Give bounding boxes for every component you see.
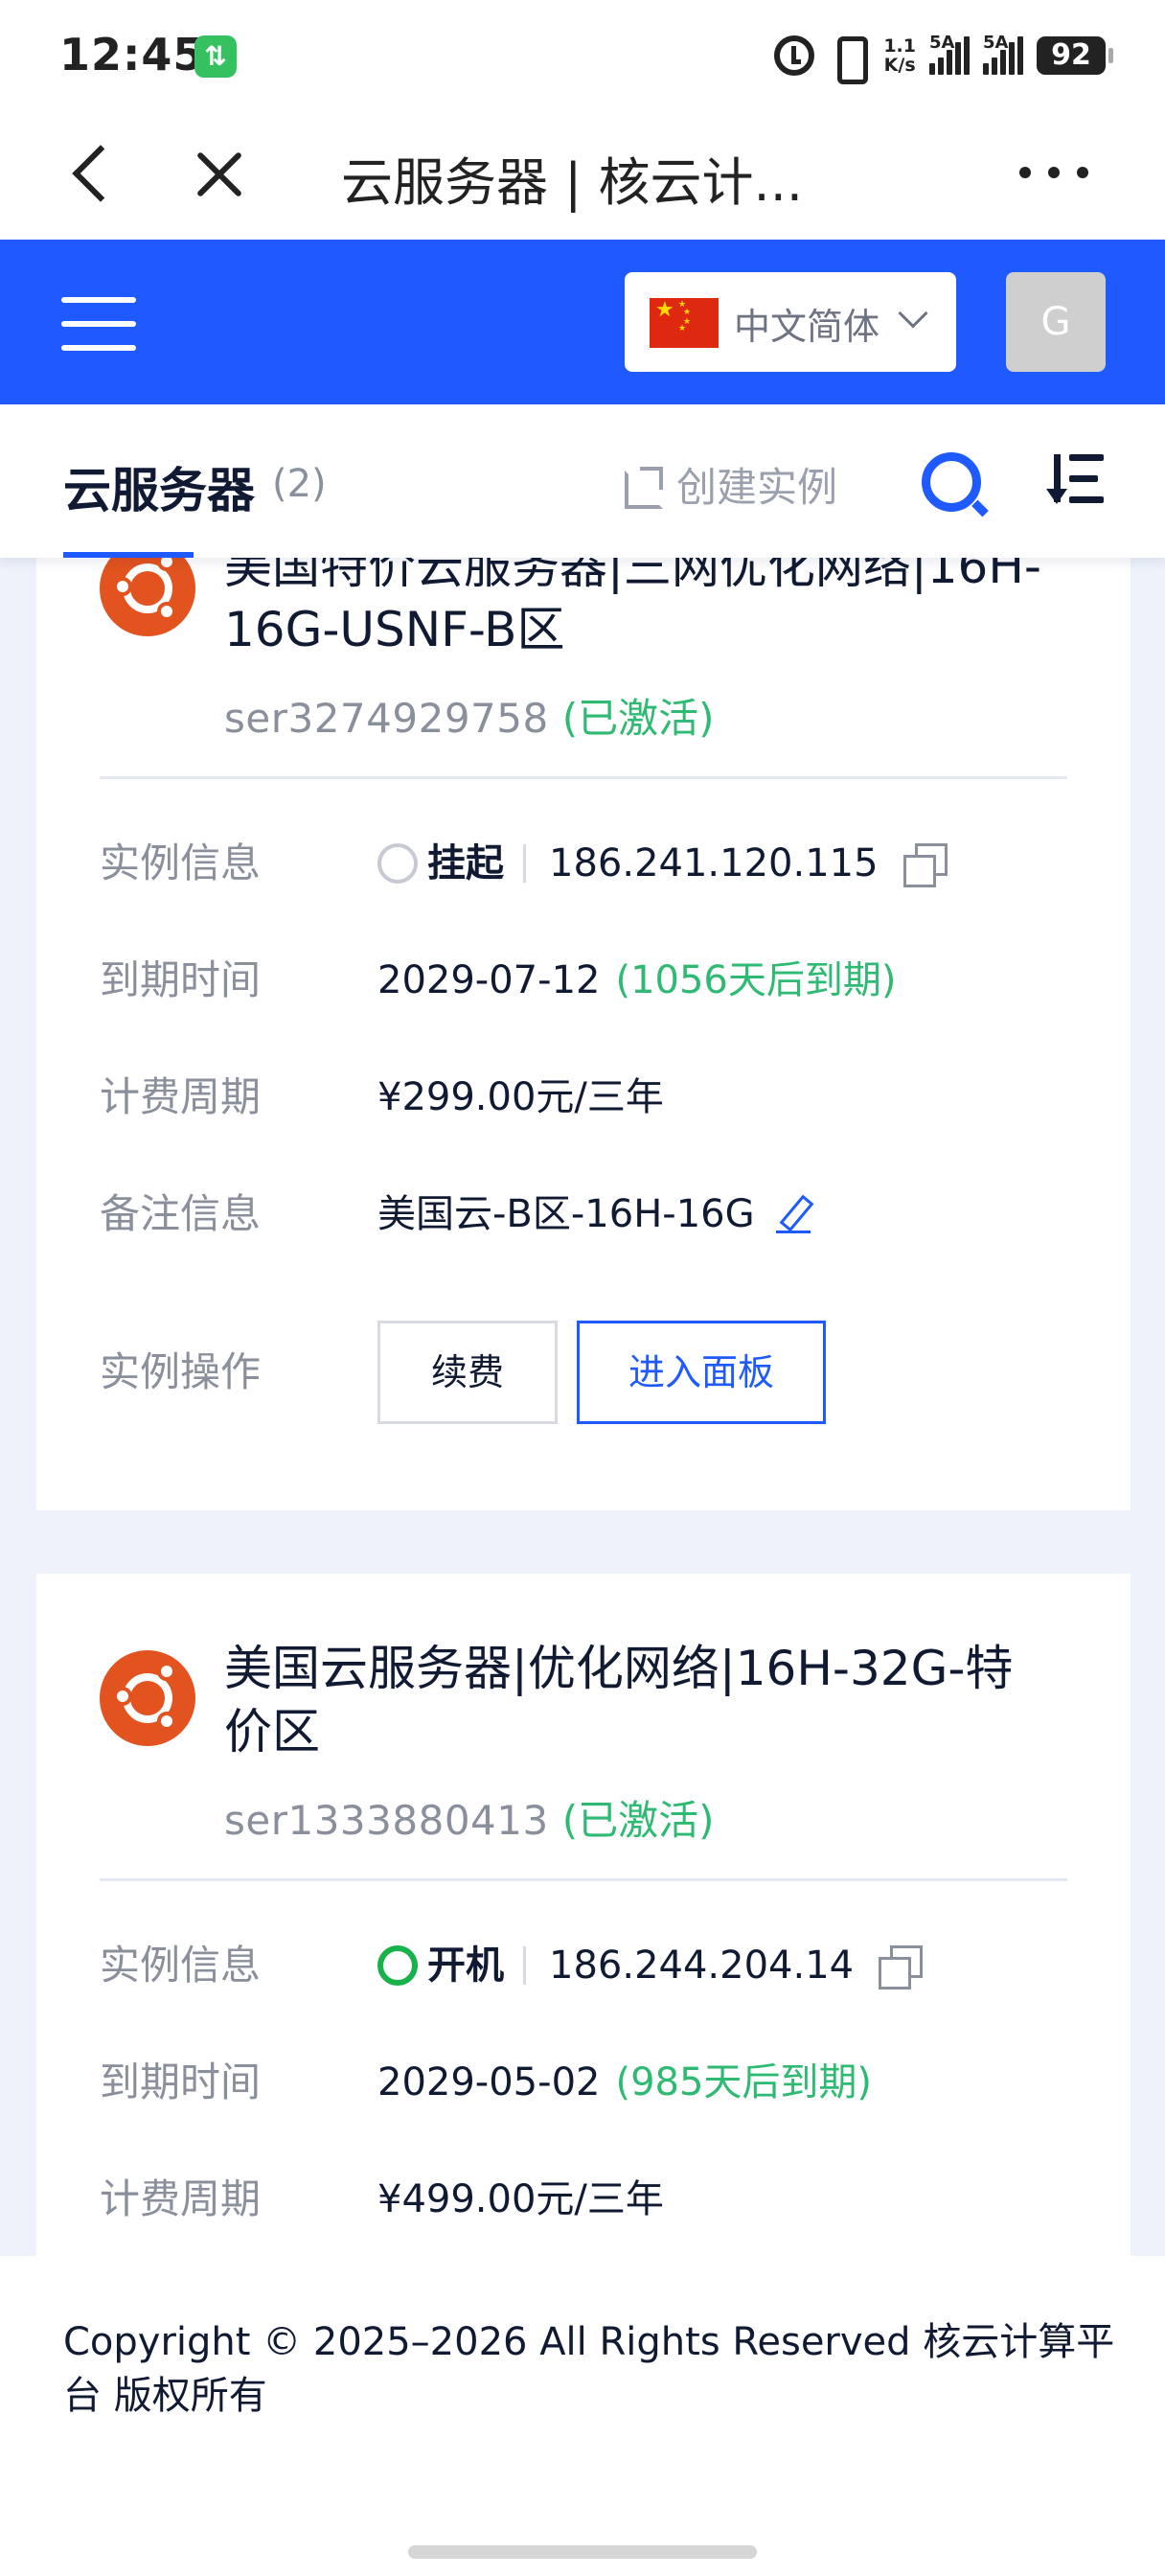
copy-icon[interactable] xyxy=(902,843,948,887)
vibrate-icon xyxy=(828,34,870,84)
activation-status: (已激活) xyxy=(561,695,715,742)
divider xyxy=(100,776,1067,779)
footer: Copyright © 2025–2026 All Rights Reserve… xyxy=(0,2256,1165,2576)
battery-icon: 92 xyxy=(1037,36,1113,75)
network-speed-value: 1.1 xyxy=(883,35,916,57)
billing-label: 计费周期 xyxy=(100,2175,262,2222)
instance-state: 开机 xyxy=(427,1944,504,1988)
separator xyxy=(523,1946,526,1985)
divider xyxy=(100,1878,1067,1881)
sim1-label: 5A xyxy=(929,33,955,53)
ubuntu-icon xyxy=(100,1650,195,1746)
instance-state: 挂起 xyxy=(427,841,504,886)
ubuntu-icon xyxy=(100,558,195,636)
chevron-down-icon xyxy=(898,298,928,329)
billing-value: ¥499.00元/三年 xyxy=(377,2177,664,2221)
activation-status: (已激活) xyxy=(561,1797,715,1844)
more-options-icon[interactable] xyxy=(1019,161,1096,184)
create-instance-button[interactable]: 创建实例 xyxy=(623,458,837,511)
tab-bar: 云服务器 (2) 创建实例 xyxy=(0,404,1165,558)
remark-row: 备注信息 美国云-B区-16H-16G xyxy=(100,1181,1067,1248)
language-selector[interactable]: ★ ★ ★ ★ ★ 中文简体 xyxy=(625,272,956,372)
sim2-label: 5A xyxy=(983,33,1009,53)
server-name: 美国云服务器|优化网络|16H-32G-特价区 xyxy=(224,1641,1014,1760)
expire-row: 到期时间 2029-07-12 (1056天后到期) xyxy=(100,947,1067,1014)
edit-pencil-icon[interactable] xyxy=(775,1195,811,1233)
server-card: 美国云服务器|优化网络|16H-32G-特价区 ser1333880413 (已激… xyxy=(36,1574,1131,2256)
instance-info-label: 实例信息 xyxy=(100,1942,262,1989)
app-notification-icon: ⇅ xyxy=(194,35,237,78)
server-id: ser3274929758 xyxy=(224,695,549,742)
enter-panel-button[interactable]: 进入面板 xyxy=(577,1321,826,1424)
alarm-icon xyxy=(774,35,815,76)
instance-info-label: 实例信息 xyxy=(100,840,262,886)
network-speed: 1.1 K/s xyxy=(883,36,916,75)
separator xyxy=(523,844,526,883)
expire-date: 2029-05-02 xyxy=(377,2060,601,2104)
status-suspended-icon xyxy=(377,843,418,884)
status-running-icon xyxy=(377,1945,418,1986)
copyright-text: Copyright © 2025–2026 All Rights Reserve… xyxy=(63,2320,1115,2418)
status-time: 12:45 xyxy=(59,29,205,80)
server-id-row: ser3274929758 (已激活) xyxy=(224,686,715,745)
browser-nav-bar: 云服务器 | 核云计... xyxy=(0,113,1165,240)
expire-date: 2029-07-12 xyxy=(377,958,601,1002)
ip-address: 186.244.204.14 xyxy=(549,1944,855,1988)
network-speed-unit: K/s xyxy=(883,55,916,76)
expire-row: 到期时间 2029-05-02 (985天后到期) xyxy=(100,2049,1067,2116)
status-bar: 12:45 ⇅ 1.1 K/s 5A 5A 92 xyxy=(0,0,1165,113)
expire-label: 到期时间 xyxy=(100,2058,262,2105)
server-id: ser1333880413 xyxy=(224,1797,549,1844)
tab-cloud-servers[interactable]: 云服务器 xyxy=(63,452,255,521)
search-icon[interactable] xyxy=(922,452,981,512)
billing-label: 计费周期 xyxy=(100,1073,262,1120)
instance-info-row: 实例信息 挂起 186.241.120.115 xyxy=(100,830,1067,897)
operations-label: 实例操作 xyxy=(100,1348,262,1395)
home-indicator[interactable] xyxy=(408,2545,757,2559)
close-icon[interactable] xyxy=(188,144,249,205)
copy-icon[interactable] xyxy=(879,1945,924,1990)
tab-active-indicator xyxy=(63,552,194,558)
renew-button[interactable]: 续费 xyxy=(377,1321,558,1424)
server-card: 美国特价云服务器|三网优化网络|16H-16G-USNF-B区 ser32749… xyxy=(36,558,1131,1510)
ip-address: 186.241.120.115 xyxy=(549,841,879,886)
signal-sim1-icon: 5A xyxy=(929,33,970,75)
sort-icon[interactable] xyxy=(1046,454,1104,506)
china-flag-icon: ★ ★ ★ ★ ★ xyxy=(650,298,719,348)
instance-info-row: 实例信息 开机 186.244.204.14 xyxy=(100,1932,1067,1999)
server-list: 美国特价云服务器|三网优化网络|16H-16G-USNF-B区 ser32749… xyxy=(0,558,1165,2256)
signal-sim2-icon: 5A xyxy=(983,33,1023,75)
operations-row: 实例操作 续费 进入面板 xyxy=(100,1321,1067,1424)
billing-row: 计费周期 ¥499.00元/三年 xyxy=(100,2166,1067,2233)
remark-label: 备注信息 xyxy=(100,1190,262,1237)
expire-countdown: (985天后到期) xyxy=(615,2060,873,2104)
create-instance-label: 创建实例 xyxy=(676,463,838,511)
server-count: (2) xyxy=(272,462,327,506)
remark-value: 美国云-B区-16H-16G xyxy=(377,1192,755,1236)
back-arrow-icon[interactable] xyxy=(65,144,123,201)
language-label: 中文简体 xyxy=(734,306,880,348)
external-create-icon xyxy=(623,465,663,509)
server-name: 美国特价云服务器|三网优化网络|16H-16G-USNF-B区 xyxy=(224,558,1041,657)
billing-value: ¥299.00元/三年 xyxy=(377,1075,664,1119)
expire-label: 到期时间 xyxy=(100,956,262,1003)
page-title: 云服务器 | 核云计... xyxy=(341,152,804,213)
avatar[interactable]: G xyxy=(1006,272,1106,372)
expire-countdown: (1056天后到期) xyxy=(615,958,897,1002)
status-indicators: 1.1 K/s 5A 5A 92 xyxy=(774,29,1113,84)
server-id-row: ser1333880413 (已激活) xyxy=(224,1788,715,1847)
site-header: ★ ★ ★ ★ ★ 中文简体 G xyxy=(0,240,1165,404)
billing-row: 计费周期 ¥299.00元/三年 xyxy=(100,1064,1067,1131)
hamburger-menu-icon[interactable] xyxy=(61,293,138,355)
